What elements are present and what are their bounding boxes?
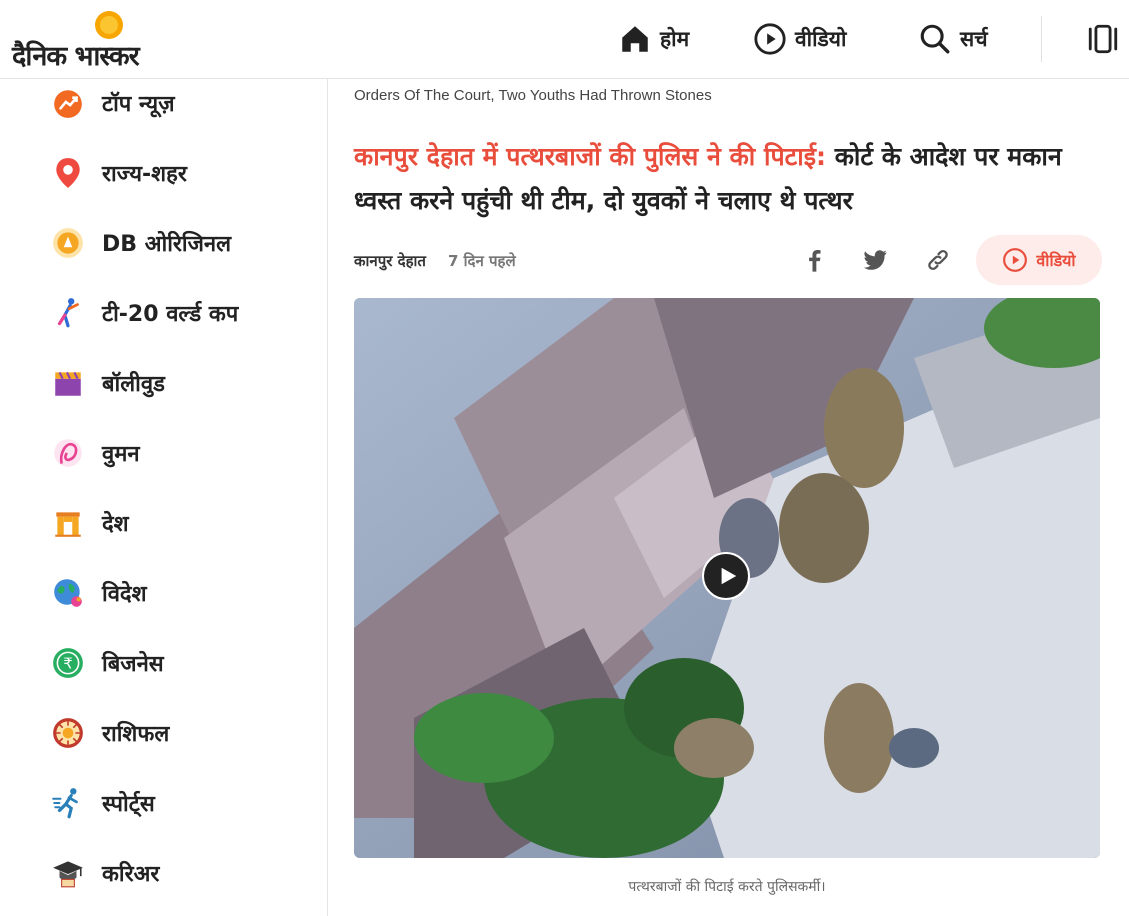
globe-icon [48, 573, 88, 613]
sidebar-item-bollywood[interactable]: बॉलीवुड [48, 359, 165, 407]
rupee-icon: ₹ [48, 643, 88, 683]
link-icon [928, 249, 948, 271]
sidebar-item-top-news[interactable]: टॉप न्यूज़ [48, 79, 175, 127]
sidebar-item-label: करिअर [102, 862, 160, 887]
headline-highlight: कानपुर देहात में पत्थरबाजों की पुलिस ने … [354, 142, 827, 171]
facebook-icon [809, 249, 821, 272]
header-divider [1041, 16, 1042, 62]
video-caption: पत्थरबाजों की पिटाई करते पुलिसकर्मी। [628, 879, 826, 895]
video-play-button[interactable] [702, 552, 750, 600]
sidebar-item-horoscope[interactable]: राशिफल [48, 709, 169, 757]
sidebar-item-label: DB ओरिजिनल [102, 232, 232, 257]
sidebar-item-label: वुमन [102, 442, 140, 467]
sidebar-item-sports[interactable]: स्पोर्ट्स [48, 779, 155, 827]
nav-video[interactable]: वीडियो [753, 18, 846, 60]
search-icon [920, 24, 950, 54]
sidebar-item-label: टॉप न्यूज़ [102, 92, 175, 117]
graduation-cap-icon [48, 853, 88, 893]
sidebar-item-abroad[interactable]: विदेश [48, 569, 147, 617]
video-button[interactable]: वीडियो [976, 235, 1102, 285]
nav-home-label: होम [660, 27, 690, 51]
fire-icon [48, 83, 88, 123]
share-facebook-button[interactable] [796, 242, 832, 278]
article-headline: कानपुर देहात में पत्थरबाजों की पुलिस ने … [354, 135, 1102, 223]
share-twitter-button[interactable] [857, 242, 893, 278]
sidebar-item-label: राशिफल [102, 722, 170, 747]
video-button-label: वीडियो [1036, 251, 1076, 270]
woman-icon [48, 433, 88, 473]
sidebar-menu-icon[interactable] [1086, 22, 1120, 56]
sidebar-item-woman[interactable]: वुमन [48, 429, 140, 477]
logo-text: दैनिक भास्कर [12, 41, 140, 72]
sidebar-nav: टॉप न्यूज़ राज्य-शहर DB ओरिजिनल टी-20 वर… [0, 79, 328, 916]
location-pin-icon [48, 153, 88, 193]
sidebar-item-label: स्पोर्ट्स [102, 792, 155, 817]
nav-search[interactable]: सर्च [918, 18, 988, 60]
article-location[interactable]: कानपुर देहात [354, 251, 426, 271]
site-header: दैनिक भास्कर होम वीडियो सर्च [0, 0, 1129, 79]
cricket-icon [48, 293, 88, 333]
play-circle-icon [754, 23, 786, 55]
svg-text:₹: ₹ [63, 654, 72, 672]
article-subtitle: Orders Of The Court, Two Youths Had Thro… [354, 87, 712, 104]
sidebar-item-state-city[interactable]: राज्य-शहर [48, 149, 187, 197]
clapperboard-icon [48, 363, 88, 403]
sidebar-item-label: विदेश [102, 582, 147, 607]
sidebar-item-db-original[interactable]: DB ओरिजिनल [48, 219, 231, 267]
zodiac-icon [48, 713, 88, 753]
twitter-icon [863, 250, 887, 270]
nav-search-label: सर्च [960, 27, 988, 51]
article-meta: कानपुर देहात 7 दिन पहले [354, 251, 516, 271]
sidebar-item-t20-world-cup[interactable]: टी-20 वर्ल्ड कप [48, 289, 238, 337]
nav-home[interactable]: होम [618, 18, 689, 60]
sidebar-item-label: टी-20 वर्ल्ड कप [102, 302, 239, 327]
sidebar-item-label: देश [102, 512, 129, 537]
sidebar-item-label: राज्य-शहर [102, 162, 187, 187]
sidebar-item-country[interactable]: देश [48, 499, 129, 547]
db-original-icon [48, 223, 88, 263]
sidebar-item-career[interactable]: करिअर [48, 849, 159, 897]
video-player[interactable] [354, 298, 1100, 858]
site-logo[interactable]: दैनिक भास्कर [12, 6, 192, 72]
nav-video-label: वीडियो [795, 27, 847, 51]
runner-icon [48, 783, 88, 823]
play-icon [721, 567, 736, 585]
sidebar-item-label: बिजनेस [102, 652, 164, 677]
sidebar-item-label: बॉलीवुड [102, 372, 165, 397]
home-icon [622, 26, 648, 52]
article-time: 7 दिन पहले [447, 252, 516, 270]
india-gate-icon [48, 503, 88, 543]
copy-link-button[interactable] [920, 242, 956, 278]
sidebar-item-business[interactable]: ₹ बिजनेस [48, 639, 164, 687]
play-circle-icon [1003, 248, 1028, 272]
